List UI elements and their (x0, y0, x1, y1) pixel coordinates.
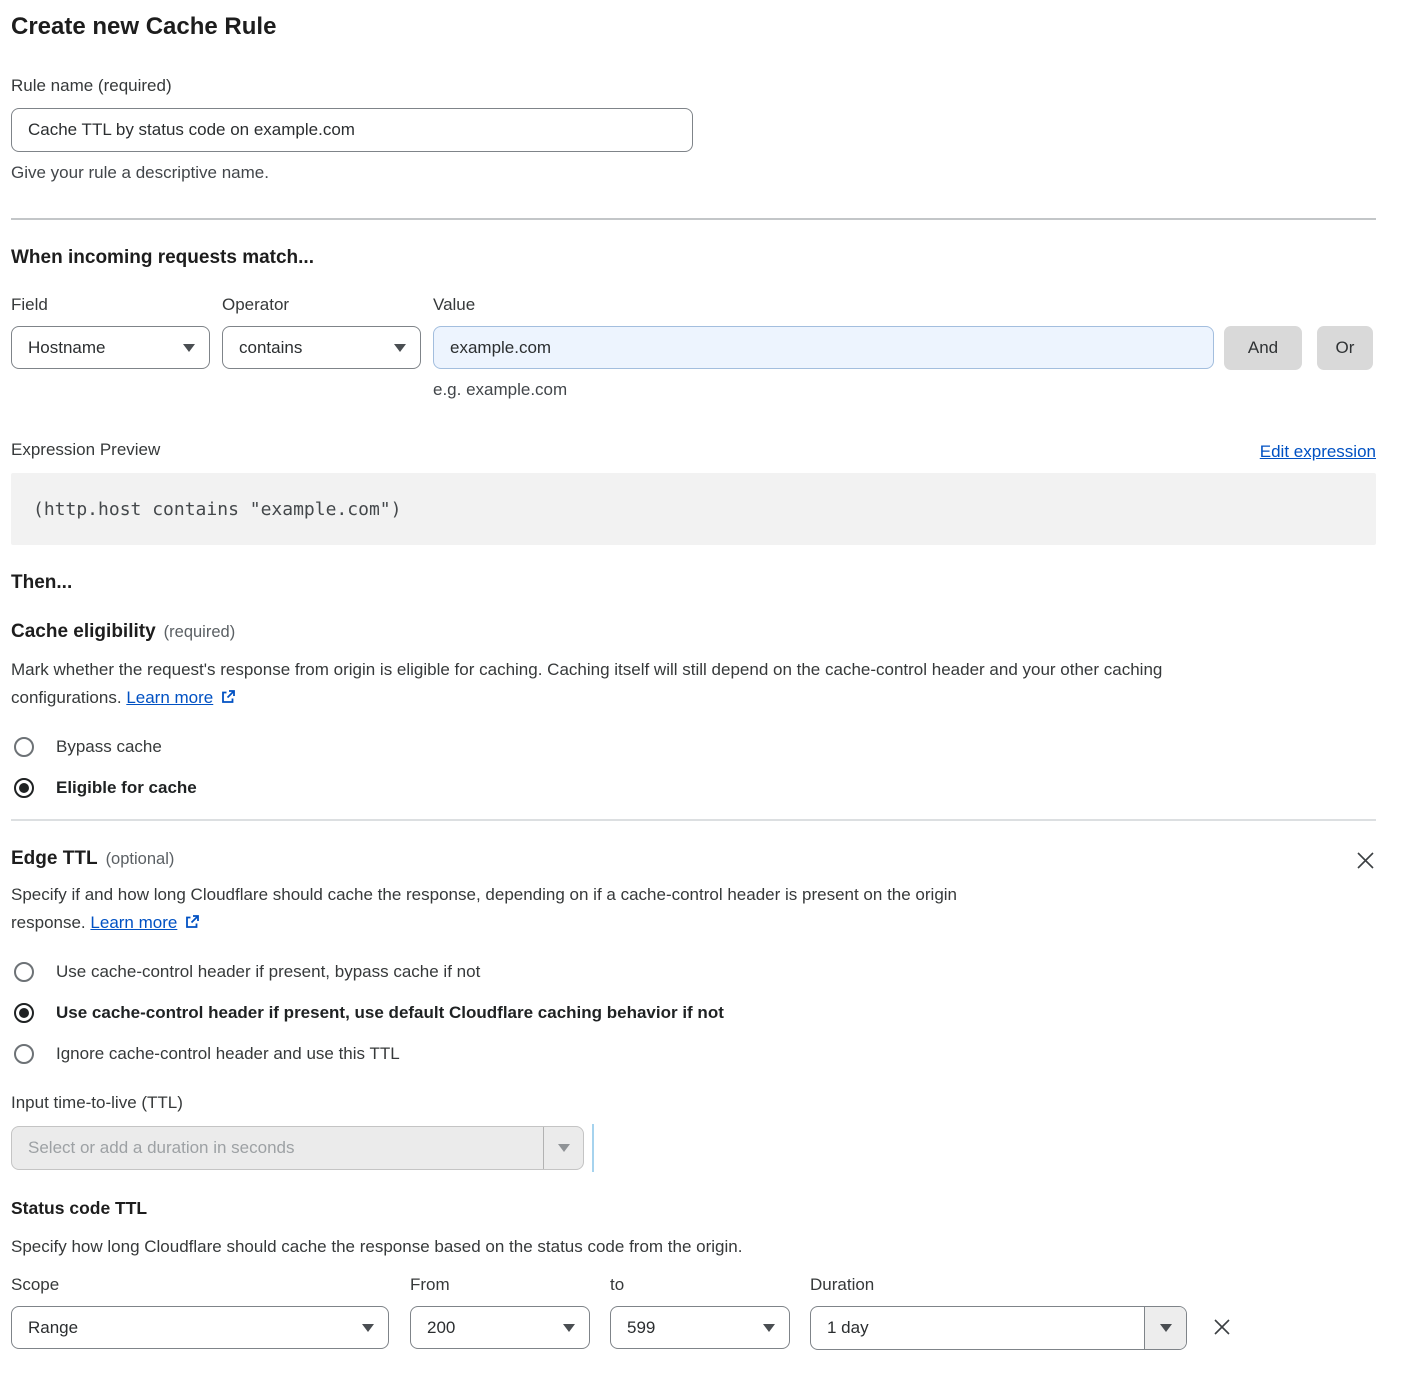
status-code-ttl-description: Specify how long Cloudflare should cache… (11, 1233, 1376, 1261)
radio-use-cc-bypass[interactable]: Use cache-control header if present, byp… (11, 962, 1376, 982)
to-select-value: 599 (627, 1318, 655, 1338)
dropdown-arrow-button[interactable] (1144, 1307, 1186, 1349)
from-label: From (410, 1273, 590, 1297)
close-edge-ttl-button[interactable] (1355, 850, 1376, 871)
operator-select[interactable]: contains (222, 326, 421, 369)
field-label: Field (11, 293, 210, 317)
radio-label: Use cache-control header if present, use… (56, 1003, 724, 1023)
to-label: to (610, 1273, 790, 1297)
chevron-down-icon (362, 1324, 374, 1332)
cache-eligibility-heading: Cache eligibility (required) (11, 621, 1376, 643)
radio-unselected-icon (14, 962, 34, 982)
scope-select[interactable]: Range (11, 1306, 389, 1349)
external-link-icon (220, 689, 236, 705)
rule-name-input[interactable] (11, 108, 693, 152)
match-heading: When incoming requests match... (11, 247, 1376, 269)
radio-label: Ignore cache-control header and use this… (56, 1044, 400, 1064)
expression-preview-label: Expression Preview (11, 438, 160, 462)
caret-indicator (592, 1124, 594, 1172)
rule-name-label: Rule name (required) (11, 74, 1376, 98)
section-divider (11, 218, 1376, 220)
optional-suffix: (optional) (106, 850, 175, 868)
value-label: Value (433, 293, 1214, 317)
to-select[interactable]: 599 (610, 1306, 790, 1349)
radio-unselected-icon (14, 1044, 34, 1064)
edge-ttl-title: Edge TTL (11, 848, 98, 869)
ttl-duration-placeholder: Select or add a duration in seconds (12, 1127, 543, 1169)
duration-combobox[interactable]: 1 day (810, 1306, 1187, 1350)
ttl-duration-select[interactable]: Select or add a duration in seconds (11, 1126, 584, 1170)
value-helper: e.g. example.com (433, 378, 1214, 402)
from-select-value: 200 (427, 1318, 455, 1338)
field-select[interactable]: Hostname (11, 326, 210, 369)
or-button[interactable]: Or (1317, 326, 1373, 370)
close-icon (1355, 850, 1376, 871)
and-button[interactable]: And (1224, 326, 1302, 370)
radio-use-cc-default[interactable]: Use cache-control header if present, use… (11, 1003, 1376, 1023)
radio-selected-icon (14, 1003, 34, 1023)
edge-ttl-options: Use cache-control header if present, byp… (11, 962, 1376, 1064)
status-code-ttl-row: Scope Range From 200 to 599 Duration 1 d… (11, 1273, 1376, 1350)
chevron-down-icon (563, 1324, 575, 1332)
scope-label: Scope (11, 1273, 389, 1297)
value-input[interactable] (433, 326, 1214, 369)
operator-label: Operator (222, 293, 421, 317)
operator-select-value: contains (239, 338, 302, 358)
edge-ttl-description: Specify if and how long Cloudflare shoul… (11, 881, 1011, 937)
edit-expression-link[interactable]: Edit expression (1260, 442, 1376, 462)
field-select-value: Hostname (28, 338, 105, 358)
scope-select-value: Range (28, 1318, 78, 1338)
dropdown-arrow-button[interactable] (543, 1127, 583, 1169)
required-suffix: (required) (164, 623, 236, 641)
page-title: Create new Cache Rule (11, 12, 1376, 42)
radio-eligible-for-cache[interactable]: Eligible for cache (11, 778, 1376, 798)
cache-eligibility-title: Cache eligibility (11, 621, 156, 642)
chevron-down-icon (558, 1144, 570, 1152)
radio-bypass-cache[interactable]: Bypass cache (11, 737, 1376, 757)
external-link-icon (184, 914, 200, 930)
ttl-input-label: Input time-to-live (TTL) (11, 1093, 1376, 1113)
expression-code-block: (http.host contains "example.com") (11, 473, 1376, 545)
learn-more-label: Learn more (90, 913, 177, 932)
then-heading: Then... (11, 572, 1376, 594)
duration-label: Duration (810, 1273, 1187, 1297)
from-select[interactable]: 200 (410, 1306, 590, 1349)
radio-unselected-icon (14, 737, 34, 757)
radio-selected-icon (14, 778, 34, 798)
edge-ttl-heading: Edge TTL (optional) (11, 848, 174, 870)
chevron-down-icon (1160, 1324, 1172, 1332)
rule-name-helper: Give your rule a descriptive name. (11, 161, 1376, 185)
radio-label: Bypass cache (56, 737, 162, 757)
chevron-down-icon (394, 344, 406, 352)
close-icon (1211, 1316, 1233, 1338)
cache-eligibility-options: Bypass cache Eligible for cache (11, 737, 1376, 798)
radio-label: Eligible for cache (56, 778, 197, 798)
cache-eligibility-description: Mark whether the request's response from… (11, 656, 1221, 712)
radio-label: Use cache-control header if present, byp… (56, 962, 480, 982)
remove-status-code-row-button[interactable] (1211, 1273, 1233, 1338)
create-cache-rule-form: Create new Cache Rule Rule name (require… (0, 0, 1412, 1380)
status-code-ttl-heading: Status code TTL (11, 1198, 1376, 1219)
expression-code: (http.host contains "example.com") (33, 499, 401, 520)
learn-more-link[interactable]: Learn more (90, 913, 200, 932)
match-condition-row: Field Hostname Operator contains Value e… (11, 293, 1376, 402)
chevron-down-icon (183, 344, 195, 352)
learn-more-label: Learn more (126, 688, 213, 707)
chevron-down-icon (763, 1324, 775, 1332)
radio-ignore-cc[interactable]: Ignore cache-control header and use this… (11, 1044, 1376, 1064)
duration-value: 1 day (811, 1307, 1144, 1349)
learn-more-link[interactable]: Learn more (126, 688, 236, 707)
